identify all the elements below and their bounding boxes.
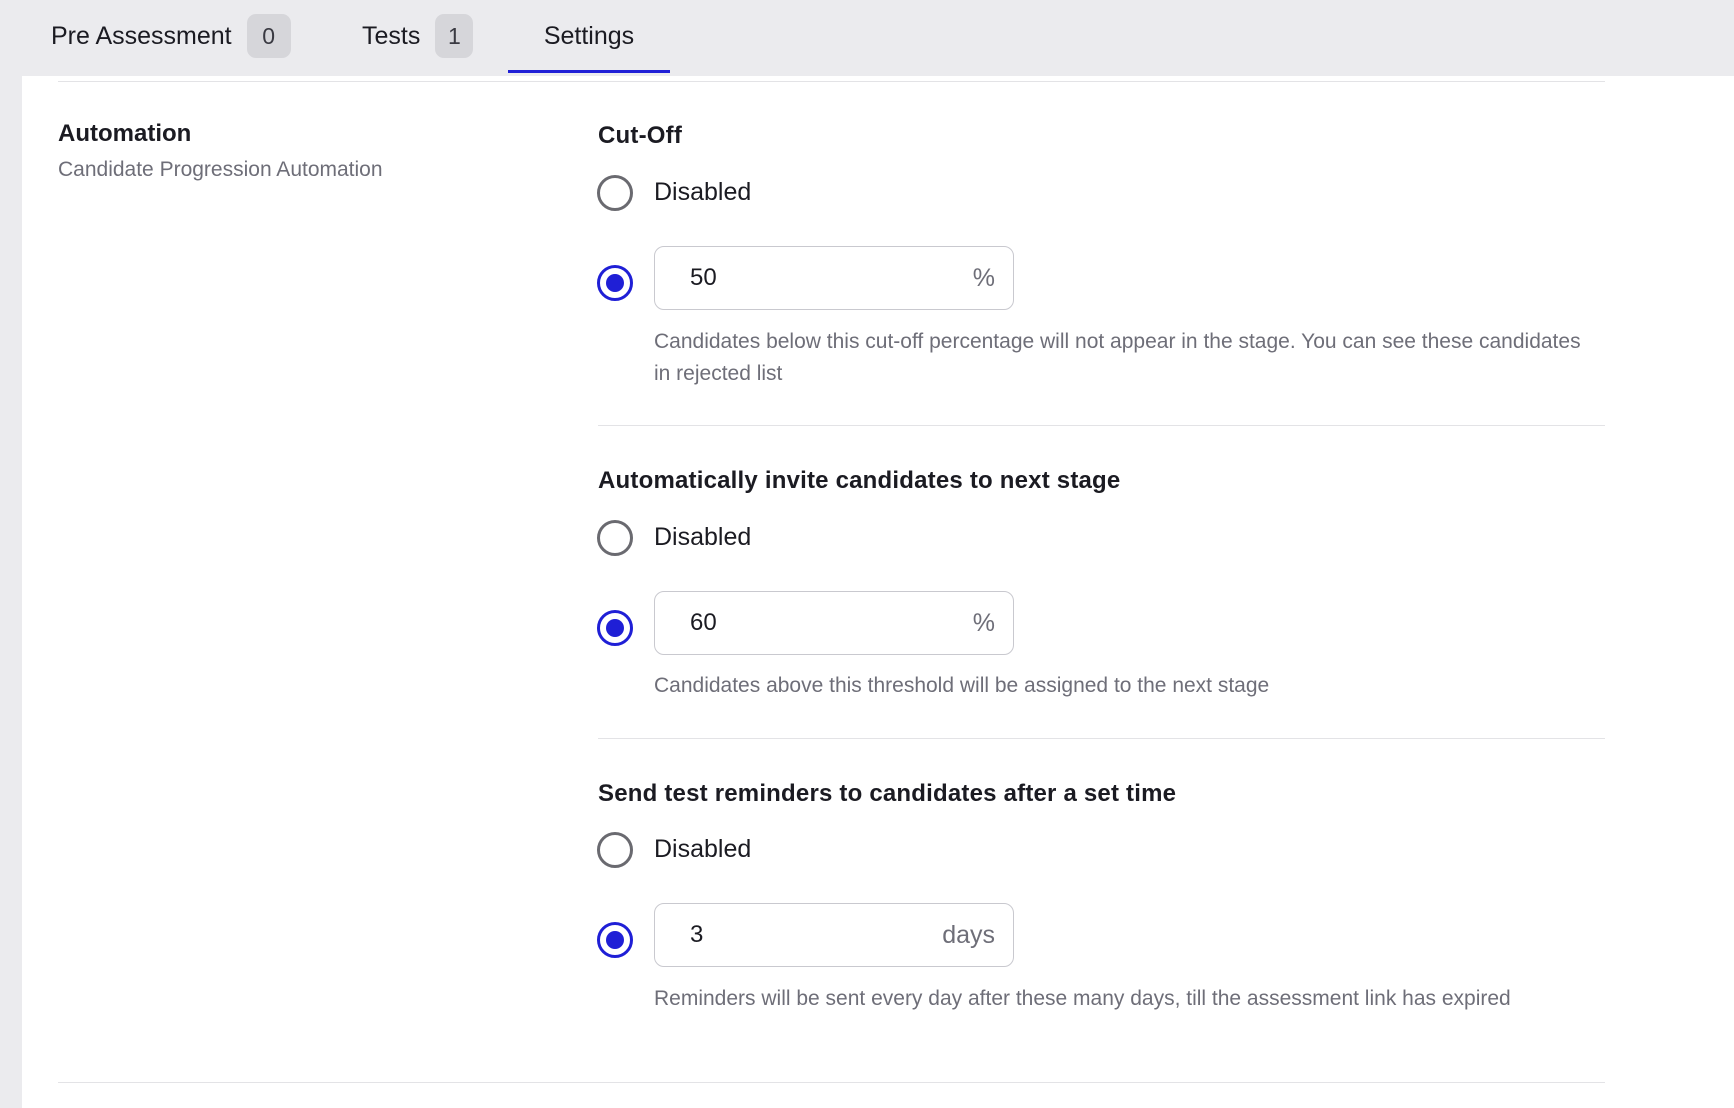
reminders-days-field: days (654, 903, 1014, 967)
automation-subtitle: Candidate Progression Automation (58, 158, 383, 181)
cutoff-percentage-input[interactable] (690, 264, 910, 292)
auto-invite-disabled-label[interactable]: Disabled (654, 523, 751, 552)
reminders-unit-label: days (942, 920, 995, 949)
reminders-days-input[interactable] (690, 921, 910, 949)
cutoff-help-text: Candidates below this cut-off percentage… (654, 330, 1581, 385)
automation-title: Automation (58, 120, 192, 147)
cutoff-divider (598, 425, 1605, 426)
cutoff-unit-label: % (972, 263, 995, 292)
tab-tests-count-badge: 1 (435, 14, 474, 58)
auto-invite-threshold-input[interactable] (690, 609, 910, 637)
reminders-disabled-label[interactable]: Disabled (654, 835, 751, 864)
tab-settings[interactable]: Settings (508, 0, 670, 73)
auto-invite-value-radio[interactable] (597, 610, 633, 646)
cutoff-disabled-label[interactable]: Disabled (654, 178, 751, 207)
tab-pre-assessment-label: Pre Assessment (51, 21, 232, 50)
tab-bar: Pre Assessment 0 Tests 1 Settings (0, 0, 1734, 74)
tab-tests[interactable]: Tests 1 (362, 0, 474, 72)
cutoff-title: Cut-Off (598, 122, 683, 149)
tab-pre-assessment[interactable]: Pre Assessment 0 (51, 0, 291, 72)
tab-settings-label: Settings (543, 21, 635, 50)
reminders-disabled-radio[interactable] (597, 832, 633, 868)
tab-pre-assessment-count-badge: 0 (246, 14, 291, 58)
auto-invite-help-text: Candidates above this threshold will be … (654, 674, 1270, 697)
reminders-value-radio[interactable] (597, 922, 633, 958)
auto-invite-divider (598, 738, 1605, 739)
tab-tests-label: Tests (362, 21, 421, 50)
cutoff-percentage-field: % (654, 246, 1014, 310)
reminders-help-text: Reminders will be sent every day after t… (654, 987, 1511, 1010)
reminders-title: Send test reminders to candidates after … (598, 780, 1177, 807)
cutoff-disabled-radio[interactable] (597, 175, 633, 211)
cutoff-value-radio[interactable] (597, 265, 633, 301)
auto-invite-disabled-radio[interactable] (597, 520, 633, 556)
bottom-divider (58, 1082, 1605, 1083)
auto-invite-title: Automatically invite candidates to next … (598, 467, 1121, 494)
auto-invite-threshold-field: % (654, 591, 1014, 655)
top-divider (58, 81, 1605, 82)
auto-invite-unit-label: % (972, 608, 995, 637)
